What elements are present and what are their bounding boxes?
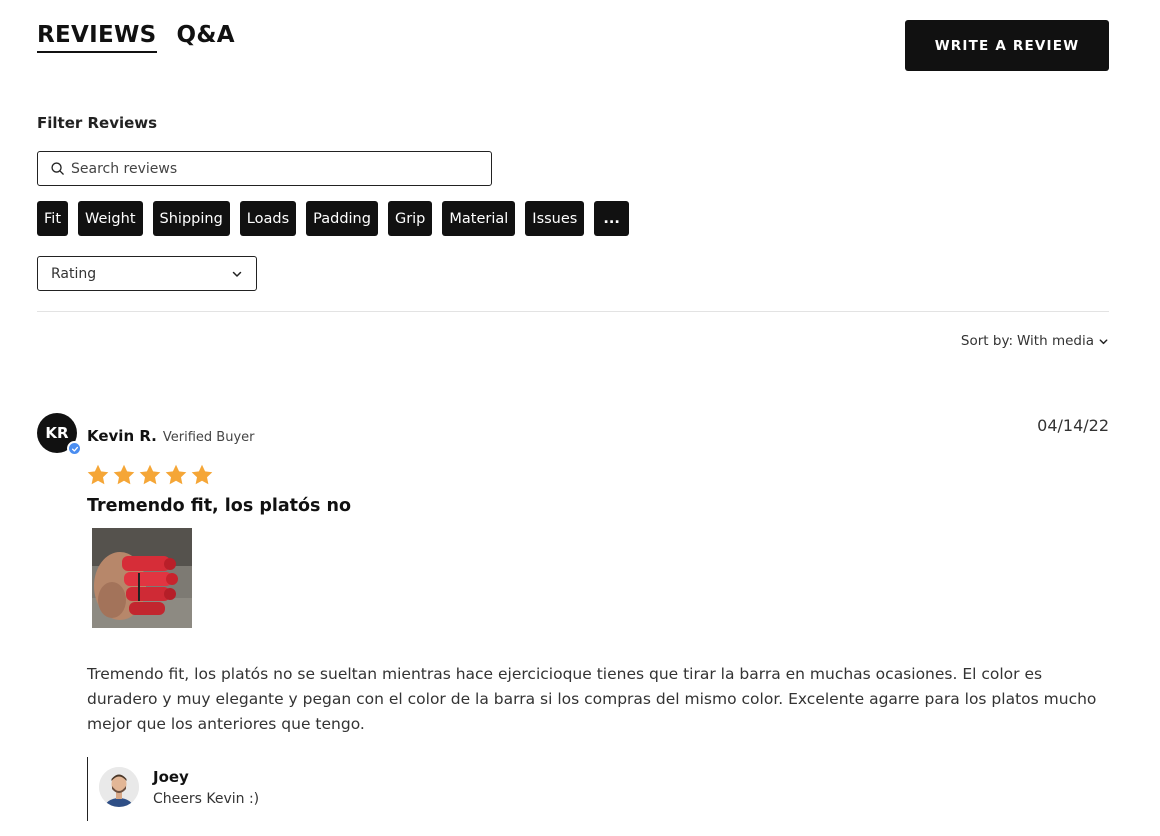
write-review-button[interactable]: WRITE A REVIEW bbox=[905, 20, 1109, 71]
filter-chip-shipping[interactable]: Shipping bbox=[152, 201, 230, 236]
merchant-reply: Joey Cheers Kevin :) bbox=[87, 757, 487, 821]
verified-check-icon bbox=[67, 441, 82, 456]
review-date: 04/14/22 bbox=[1037, 416, 1109, 435]
reply-text: Cheers Kevin :) bbox=[153, 791, 260, 807]
review-photo-thumbnail[interactable] bbox=[92, 528, 192, 628]
sort-dropdown[interactable]: Sort by: With media bbox=[961, 333, 1109, 349]
star-icon bbox=[87, 464, 109, 485]
filter-chips: Fit Weight Shipping Loads Padding Grip M… bbox=[37, 201, 629, 236]
more-chips-button[interactable]: ... bbox=[594, 201, 629, 236]
reviewer-info: Kevin R. Verified Buyer bbox=[87, 427, 255, 445]
sort-value: With media bbox=[1017, 333, 1094, 349]
filter-chip-fit[interactable]: Fit bbox=[37, 201, 68, 236]
filter-chip-weight[interactable]: Weight bbox=[78, 201, 143, 236]
review-body: Tremendo fit, los platós no se sueltan m… bbox=[87, 665, 1097, 733]
star-icon bbox=[113, 464, 135, 485]
reviewer-name: Kevin R. bbox=[87, 427, 157, 445]
star-rating bbox=[86, 463, 214, 487]
filter-reviews-heading: Filter Reviews bbox=[37, 114, 158, 132]
filter-chip-grip[interactable]: Grip bbox=[387, 201, 433, 236]
reply-avatar bbox=[99, 767, 139, 807]
star-icon bbox=[191, 464, 213, 485]
search-icon bbox=[51, 162, 64, 175]
sort-label: Sort by: bbox=[960, 333, 1013, 349]
filter-chip-loads[interactable]: Loads bbox=[239, 201, 297, 236]
rating-select[interactable]: Rating bbox=[37, 256, 257, 291]
reply-author: Joey bbox=[153, 768, 189, 786]
verified-buyer-badge: Verified Buyer bbox=[162, 430, 255, 445]
search-input[interactable] bbox=[71, 160, 471, 177]
chevron-down-icon bbox=[1099, 338, 1108, 344]
tab-reviews[interactable]: REVIEWS bbox=[37, 22, 157, 53]
rating-select-label: Rating bbox=[51, 265, 97, 282]
review-tabs: REVIEWS Q&A bbox=[37, 22, 235, 53]
filter-chip-padding[interactable]: Padding bbox=[306, 201, 378, 236]
section-divider bbox=[37, 311, 1109, 312]
search-box[interactable] bbox=[37, 151, 492, 186]
filter-chip-issues[interactable]: Issues bbox=[525, 201, 585, 236]
chevron-down-icon bbox=[232, 271, 242, 277]
review-title: Tremendo fit, los platós no bbox=[87, 496, 352, 516]
star-icon bbox=[165, 464, 187, 485]
tab-qa[interactable]: Q&A bbox=[177, 22, 235, 53]
star-icon bbox=[139, 464, 161, 485]
filter-chip-material[interactable]: Material bbox=[442, 201, 516, 236]
